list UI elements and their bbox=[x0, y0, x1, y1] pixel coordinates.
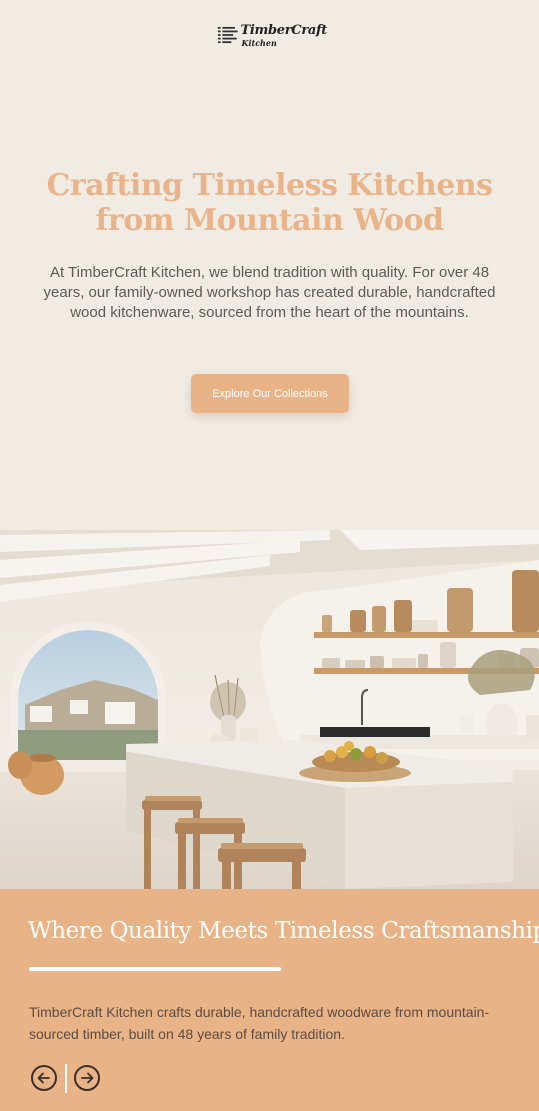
arrow-left-icon bbox=[37, 1072, 50, 1084]
feature-section: Where Quality Meets Timeless Craftsmansh… bbox=[0, 889, 539, 1111]
kitchen-hero-image bbox=[0, 530, 539, 889]
logo-text: TimberCraft Kitchen bbox=[241, 24, 328, 47]
logo-icon bbox=[217, 26, 238, 44]
arrow-right-icon bbox=[81, 1072, 94, 1084]
previous-slide-button[interactable] bbox=[31, 1065, 57, 1091]
feature-description: TimberCraft Kitchen crafts durable, hand… bbox=[29, 1004, 490, 1042]
hero-description: At TimberCraft Kitchen, we blend traditi… bbox=[43, 264, 496, 321]
hero-title-line1: Crafting Timeless Kitchens bbox=[46, 168, 493, 203]
brand-sub: Kitchen bbox=[241, 37, 277, 48]
explore-collections-button[interactable]: Explore Our Collections bbox=[191, 374, 349, 413]
hero-title: Crafting Timeless Kitchens from Mountain… bbox=[20, 168, 519, 238]
nav-divider bbox=[65, 1064, 67, 1093]
page: TimberCraft Kitchen Crafting Timeless Ki… bbox=[0, 0, 539, 1111]
hero-title-line2: from Mountain Wood bbox=[95, 203, 444, 238]
brand-logo[interactable]: TimberCraft Kitchen bbox=[217, 20, 327, 50]
brand-name: TimberCraft bbox=[240, 22, 328, 38]
next-slide-button[interactable] bbox=[74, 1065, 100, 1091]
feature-title: Where Quality Meets Timeless Craftsmansh… bbox=[28, 918, 539, 944]
title-underline bbox=[29, 967, 281, 971]
